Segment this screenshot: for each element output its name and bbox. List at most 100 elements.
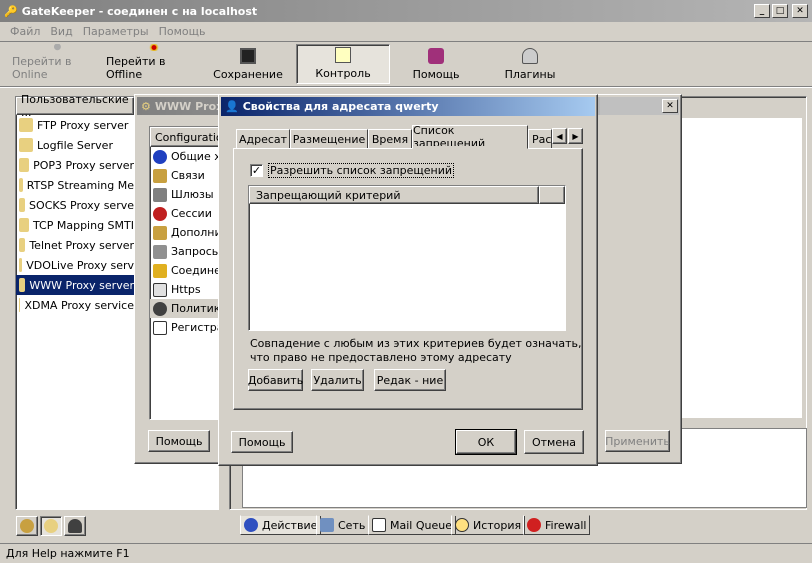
list-item[interactable]: POP3 Proxy server [16, 155, 134, 175]
proxy-close-button[interactable]: ✕ [662, 99, 678, 113]
nav-item[interactable]: Связи [150, 166, 224, 185]
tab-mail-queue[interactable]: Mail Queue [368, 515, 456, 535]
allow-deny-list-checkbox[interactable]: ✓ [250, 164, 263, 177]
ok-button[interactable]: ОК [455, 429, 517, 455]
minimize-button[interactable]: _ [754, 4, 770, 18]
list-item[interactable]: Telnet Proxy server [16, 235, 134, 255]
nav-item[interactable]: Регистра [150, 318, 224, 337]
connection-icon [153, 263, 167, 278]
tab-network[interactable]: Сеть [316, 515, 370, 535]
nav-item[interactable]: Запросы [150, 242, 224, 261]
key-icon: 🔑 [4, 4, 18, 18]
proxy-help-button[interactable]: Помощь [148, 430, 210, 452]
gear-icon [19, 198, 26, 212]
gear-icon [44, 519, 58, 533]
log-icon [153, 320, 167, 335]
floppy-icon [240, 48, 256, 64]
nav-item[interactable]: Общие х [150, 147, 224, 166]
tab-scroll-right[interactable]: ▶ [568, 128, 583, 144]
gear-icon [19, 258, 23, 272]
menu-view[interactable]: Вид [50, 25, 72, 38]
extra-icon [153, 225, 167, 240]
nav-item[interactable]: Https [150, 280, 224, 299]
left-tab-services[interactable] [40, 516, 62, 536]
person-icon: 👤 [225, 100, 239, 113]
tab-placement[interactable]: Размещение [290, 129, 368, 149]
save-button[interactable]: Сохранение [212, 44, 284, 84]
nav-item[interactable]: Сессии [150, 204, 224, 223]
session-icon [153, 206, 167, 221]
list-item[interactable]: XDMA Proxy service [16, 295, 134, 315]
help-toolbar-button[interactable]: Помощь [396, 44, 476, 84]
allow-deny-list-checkbox-row[interactable]: ✓ Разрешить список запрещений [250, 163, 455, 178]
nav-item-selected[interactable]: Политик [150, 299, 224, 318]
book-icon [428, 48, 444, 64]
column-header-empty[interactable] [539, 186, 565, 204]
left-tab-person[interactable] [64, 516, 86, 536]
dialog-help-button[interactable]: Помощь [231, 431, 293, 453]
menu-params[interactable]: Параметры [83, 25, 149, 38]
list-item[interactable]: RTSP Streaming Me [16, 175, 134, 195]
gear-icon [19, 138, 33, 152]
dialog-title-bar: 👤 Свойства для адресата qwerty [221, 97, 595, 116]
link-icon [153, 168, 167, 183]
info-text: Совпадение с любым из этих критериев буд… [250, 337, 582, 364]
gear-icon [19, 278, 26, 292]
tab-recipient[interactable]: Адресат [236, 129, 290, 149]
column-header-criterion[interactable]: Запрещающий критерий [249, 186, 539, 204]
gear-icon [19, 178, 23, 192]
nav-item[interactable]: Дополни [150, 223, 224, 242]
maximize-button[interactable]: □ [772, 4, 788, 18]
gear-icon [19, 158, 30, 172]
monitor-icon [335, 47, 351, 63]
left-panel-header[interactable]: Пользовательские ... [16, 93, 134, 119]
tab-scroll-left[interactable]: ◀ [552, 128, 567, 144]
menu-bar: Файл Вид Параметры Помощь [0, 22, 812, 40]
go-offline-button[interactable]: Перейти в Offline [106, 44, 202, 84]
apply-button[interactable]: Применить [605, 430, 670, 452]
nav-item[interactable]: Соедине [150, 261, 224, 280]
gear-icon [19, 218, 29, 232]
clock-icon [455, 518, 469, 532]
main-title-bar: 🔑 GateKeeper - соединен с на localhost _… [0, 0, 812, 22]
menu-file[interactable]: Файл [10, 25, 40, 38]
close-button[interactable]: ✕ [792, 4, 808, 18]
list-item-selected[interactable]: WWW Proxy server [16, 275, 134, 295]
action-icon [244, 518, 258, 532]
gateway-icon [153, 187, 167, 202]
control-button[interactable]: Контроль [296, 44, 390, 84]
plug-icon [522, 48, 538, 64]
plugins-button[interactable]: Плагины [490, 44, 570, 84]
list-item[interactable]: Logfile Server [16, 135, 134, 155]
delete-button[interactable]: Удалить [311, 369, 364, 391]
edit-button[interactable]: Редак - ние [374, 369, 446, 391]
config-header: Configuration [150, 127, 230, 147]
nav-item[interactable]: Шлюзы [150, 185, 224, 204]
tab-time[interactable]: Время [368, 129, 412, 149]
config-tree: Configuration Общие х Связи Шлюзы Сессии… [149, 126, 230, 420]
tab-schedule[interactable]: Рас [528, 129, 552, 149]
https-icon [153, 282, 167, 297]
mail-icon [372, 518, 386, 532]
firewall-icon [527, 518, 541, 532]
tab-firewall[interactable]: Firewall [523, 515, 591, 535]
list-item[interactable]: VDOLive Proxy serv [16, 255, 134, 275]
gear-icon [19, 298, 21, 312]
deny-criteria-list[interactable]: Запрещающий критерий [248, 185, 566, 331]
list-item[interactable]: SOCKS Proxy serve [16, 195, 134, 215]
add-button[interactable]: Добавить [248, 369, 303, 391]
checkbox-label: Разрешить список запрещений [268, 163, 455, 178]
gear-icon: ⚙ [141, 99, 151, 113]
left-tab-users[interactable] [16, 516, 38, 536]
policy-icon [153, 301, 167, 316]
list-item[interactable]: TCP Mapping SMTI [16, 215, 134, 235]
status-bar: Для Help нажмите F1 [0, 543, 812, 563]
person-icon [68, 519, 82, 533]
tab-action[interactable]: Действие [240, 515, 322, 535]
network-icon [320, 518, 334, 532]
users-icon [20, 519, 34, 533]
cancel-button[interactable]: Отмена [524, 430, 584, 454]
go-online-button[interactable]: Перейти в Online [12, 44, 106, 84]
menu-help[interactable]: Помощь [159, 25, 206, 38]
tab-history[interactable]: История [451, 515, 526, 535]
